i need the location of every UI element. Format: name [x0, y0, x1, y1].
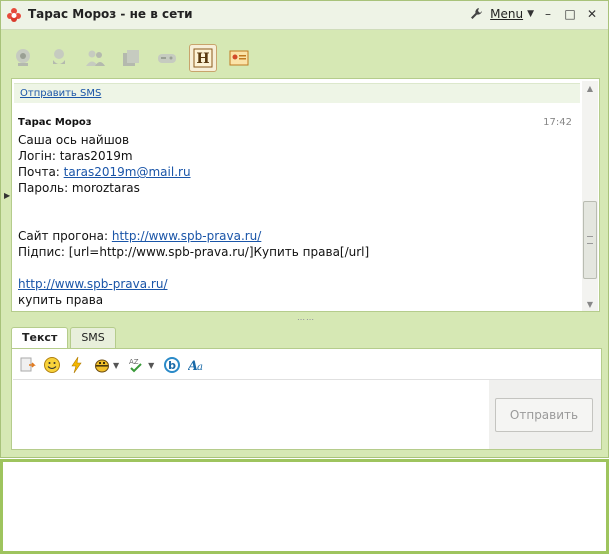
- message-line: Логін: taras2019m: [18, 148, 578, 164]
- lightning-button[interactable]: [67, 355, 87, 375]
- message-text: Саша ось найшов: [18, 133, 130, 147]
- gamepad-button[interactable]: [153, 44, 181, 72]
- message-text: Підпис: [url=http://www.spb-prava.ru/]Ку…: [18, 245, 370, 259]
- message-link[interactable]: http://www.spb-prava.ru/: [112, 229, 262, 243]
- message-line: [18, 260, 578, 276]
- message-text: Сайт прогона:: [18, 229, 112, 243]
- message-time: 17:42: [543, 117, 572, 128]
- message-input[interactable]: [13, 379, 489, 449]
- message-line: Сайт прогона: http://www.spb-prava.ru/: [18, 228, 578, 244]
- gamepad-icon: [158, 54, 176, 63]
- tab-sms[interactable]: SMS: [70, 327, 116, 349]
- scroll-down-arrow-icon[interactable]: ▼: [582, 297, 598, 311]
- microphone-icon: [53, 49, 65, 64]
- message-body: Саша ось найшов Логін: taras2019m Почта: t…: [18, 132, 578, 308]
- spellcheck-dropdown-chevron-icon[interactable]: ▼: [148, 361, 154, 370]
- window-title: Тарас Мороз - не в сети: [28, 7, 193, 21]
- title-bar: Тарас Мороз - не в сети Menu ▼ – □ ✕: [1, 1, 608, 30]
- chat-history[interactable]: Отправить SMS Тарас Мороз 17:42 Саша ось…: [11, 78, 600, 312]
- webcam-icon: [16, 49, 30, 66]
- svg-text:a: a: [197, 362, 203, 373]
- wrench-icon[interactable]: [470, 7, 484, 21]
- svg-text:H: H: [196, 51, 209, 67]
- scroll-thumb[interactable]: [583, 201, 597, 279]
- smiley-icon: [44, 357, 60, 373]
- scrollbar[interactable]: ▲ ▼: [582, 81, 598, 311]
- format-toolbar: ▼ AZ ▼ b A a: [17, 354, 207, 376]
- compose-panel: ▼ AZ ▼ b A a Отправить: [11, 348, 602, 450]
- history-button[interactable]: H: [189, 44, 217, 72]
- paste-icon: [20, 357, 36, 372]
- send-button[interactable]: Отправить: [495, 398, 593, 432]
- minimize-button[interactable]: –: [540, 6, 556, 22]
- message-author: Тарас Мороз: [18, 117, 92, 128]
- message-line: [18, 196, 578, 212]
- message-text: купить права: [18, 293, 104, 307]
- font-icon: A a: [188, 359, 203, 374]
- svg-text:b: b: [168, 359, 176, 372]
- smiley-button[interactable]: [42, 355, 62, 375]
- message-line: Пароль: moroztaras: [18, 180, 578, 196]
- chat-window: Тарас Мороз - не в сети Menu ▼ – □ ✕ H О…: [0, 0, 609, 458]
- contacts-button[interactable]: [81, 44, 109, 72]
- paste-button[interactable]: [17, 355, 37, 375]
- message-link[interactable]: http://www.spb-prava.ru/: [18, 277, 168, 291]
- history-icon: H: [193, 48, 213, 68]
- b-button[interactable]: b: [162, 355, 182, 375]
- message-text: Почта:: [18, 165, 64, 179]
- message-line: Почта: taras2019m@mail.ru: [18, 164, 578, 180]
- message: Тарас Мороз 17:42 Саша ось найшов Логін: …: [18, 117, 578, 308]
- message-text: Логін: taras2019m: [18, 149, 133, 163]
- lightning-icon: [71, 356, 82, 374]
- svg-text:AZ: AZ: [129, 358, 139, 366]
- maximize-button[interactable]: □: [562, 6, 578, 22]
- microphone-button[interactable]: [45, 44, 73, 72]
- bee-dropdown-chevron-icon[interactable]: ▼: [113, 361, 119, 370]
- scroll-up-arrow-icon[interactable]: ▲: [582, 81, 598, 95]
- background-panel: [0, 459, 609, 554]
- panel-toggle-arrow-icon[interactable]: ▶: [4, 191, 10, 200]
- webcam-button[interactable]: [9, 44, 37, 72]
- send-area: Отправить: [489, 379, 601, 449]
- bee-icon: [95, 359, 109, 373]
- message-line: Підпис: [url=http://www.spb-prava.ru/]Ку…: [18, 244, 578, 260]
- bee-button[interactable]: [92, 355, 112, 375]
- spellcheck-button[interactable]: AZ: [127, 355, 147, 375]
- message-line: Саша ось найшов: [18, 132, 578, 148]
- tab-text[interactable]: Текст: [11, 327, 69, 349]
- font-button[interactable]: A a: [187, 355, 207, 375]
- message-text: Пароль: moroztaras: [18, 181, 140, 195]
- menu-button[interactable]: Menu: [490, 7, 523, 21]
- spellcheck-icon: AZ: [129, 358, 142, 373]
- close-button[interactable]: ✕: [584, 6, 600, 22]
- message-link[interactable]: taras2019m@mail.ru: [64, 165, 191, 179]
- contact-card-icon: [229, 50, 249, 66]
- sms-bar: Отправить SMS: [14, 83, 580, 103]
- app-flower-icon: [7, 8, 21, 22]
- files-button[interactable]: [117, 44, 145, 72]
- message-line: [18, 212, 578, 228]
- compose-tabs: Текст SMS: [11, 327, 118, 349]
- send-sms-link[interactable]: Отправить SMS: [20, 88, 101, 99]
- message-line: http://www.spb-prava.ru/: [18, 276, 578, 292]
- files-icon: [123, 50, 139, 66]
- b-icon: b: [164, 357, 181, 373]
- chevron-down-icon[interactable]: ▼: [527, 9, 534, 19]
- chat-toolbar: H: [9, 42, 253, 74]
- contact-card-button[interactable]: [225, 44, 253, 72]
- message-line: купить права: [18, 292, 578, 308]
- contacts-icon: [86, 50, 105, 66]
- splitter-handle[interactable]: ⋯⋯: [297, 315, 315, 324]
